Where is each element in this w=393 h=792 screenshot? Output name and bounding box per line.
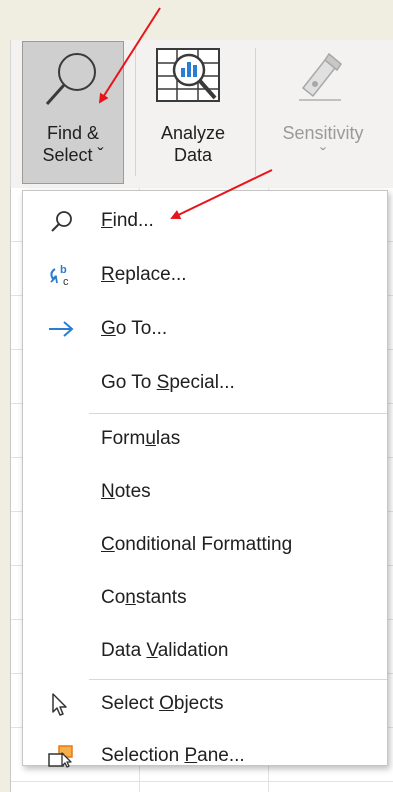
menu-label-data-validation: Data Validation bbox=[101, 640, 229, 661]
menu-item-formulas[interactable]: Formulas bbox=[23, 415, 387, 463]
menu-label-replace: Replace... bbox=[101, 264, 187, 285]
find-select-label-2: Select ˇ bbox=[42, 145, 104, 165]
menu-item-notes[interactable]: Notes bbox=[23, 468, 387, 516]
selection-pane-icon bbox=[48, 745, 73, 768]
search-icon bbox=[51, 211, 72, 232]
menu-item-selection-pane[interactable]: Selection Pane... bbox=[23, 732, 387, 780]
menu-item-go-to-special[interactable]: Go To Special... bbox=[23, 359, 387, 407]
search-icon bbox=[45, 53, 96, 106]
sensitivity-label-1: Sensitivity bbox=[282, 123, 364, 143]
replace-icon: b c bbox=[50, 264, 69, 287]
analyze-data-icon bbox=[156, 48, 220, 102]
menu-label-formulas: Formulas bbox=[101, 428, 181, 449]
menu-label-go-to: Go To... bbox=[101, 318, 168, 339]
ribbon: Find & Select ˇ Analyze Data Sensitivity… bbox=[10, 40, 393, 188]
menu-item-replace[interactable]: b c Replace... bbox=[23, 251, 387, 299]
menu-item-constants[interactable]: Constants bbox=[23, 574, 387, 622]
sensitivity-label-2: ˇ bbox=[320, 145, 326, 165]
menu-item-go-to[interactable]: Go To... bbox=[23, 305, 387, 353]
menu-separator bbox=[89, 413, 387, 414]
arrow-right-icon bbox=[49, 321, 74, 337]
svg-text:c: c bbox=[63, 276, 69, 287]
menu-label-constants: Constants bbox=[101, 587, 187, 608]
menu-label-notes: Notes bbox=[101, 481, 151, 502]
menu-item-data-validation[interactable]: Data Validation bbox=[23, 627, 387, 675]
analyze-label-2: Data bbox=[173, 145, 213, 165]
cursor-icon bbox=[52, 693, 67, 716]
menu-label-selection-pane: Selection Pane... bbox=[101, 745, 245, 766]
menu-label-conditional-formatting: Conditional Formatting bbox=[101, 534, 293, 555]
sensitivity-icon bbox=[299, 52, 342, 101]
menu-label-select-objects: Select Objects bbox=[101, 693, 224, 714]
analyze-label-1: Analyze bbox=[160, 123, 226, 143]
find-and-select-button[interactable]: Find & Select ˇ bbox=[22, 41, 124, 184]
find-select-dropdown-menu: Find... b c Replace... Go To... Go To Sp… bbox=[22, 190, 388, 768]
svg-text:b: b bbox=[60, 264, 67, 276]
ribbon-separator bbox=[255, 48, 256, 176]
menu-item-select-objects[interactable]: Select Objects bbox=[23, 680, 387, 728]
ribbon-separator bbox=[135, 48, 136, 176]
menu-item-find[interactable]: Find... bbox=[23, 197, 387, 245]
menu-label-go-to-special: Go To Special... bbox=[101, 372, 235, 393]
analyze-data-button[interactable]: Analyze Data bbox=[148, 42, 238, 182]
menu-item-conditional-formatting[interactable]: Conditional Formatting bbox=[23, 521, 387, 569]
sensitivity-button[interactable]: Sensitivity ˇ bbox=[268, 42, 378, 182]
menu-label-find: Find... bbox=[101, 210, 154, 231]
find-select-label-1: Find & bbox=[46, 123, 100, 143]
